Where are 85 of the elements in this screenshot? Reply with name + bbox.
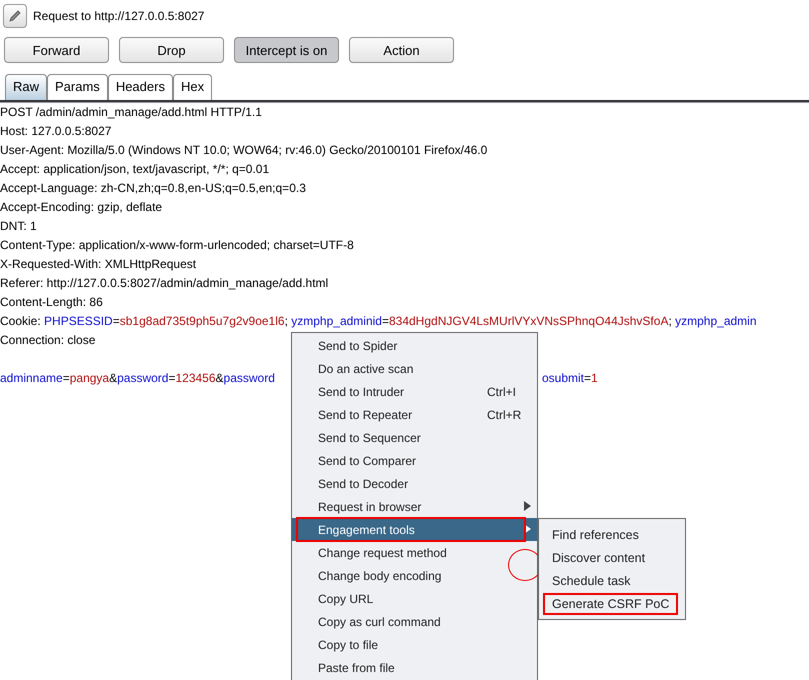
request-text: Accept-Encoding: gzip, deflate bbox=[0, 199, 162, 216]
tab[interactable]: Params bbox=[47, 74, 108, 100]
request-text: & bbox=[216, 370, 224, 387]
param-value: 834dHgdNJGV4LsMUrlVYxVNsSPhnqO44JshvSfoA bbox=[388, 313, 668, 330]
toolbar-button[interactable]: Drop bbox=[119, 37, 224, 63]
request-text: Host: 127.0.0.5:8027 bbox=[0, 123, 112, 140]
menu-item[interactable]: Send to Comparer bbox=[292, 449, 537, 472]
request-text: = bbox=[382, 313, 389, 330]
menu-label: Send to Sequencer bbox=[318, 430, 421, 444]
menu-item[interactable]: Send to Intruder Ctrl+I bbox=[292, 380, 537, 403]
menu-item[interactable]: Engagement tools bbox=[292, 518, 537, 541]
menu-label: Send to Repeater bbox=[318, 408, 412, 422]
menu-item[interactable]: Copy URL bbox=[292, 587, 537, 610]
toolbar-button[interactable]: Action bbox=[349, 37, 454, 63]
menu-item[interactable]: Find references bbox=[539, 523, 685, 546]
request-text: Referer: http://127.0.0.5:8027/admin/admin_manage/add.html bbox=[0, 275, 328, 292]
request-text: = bbox=[62, 370, 70, 387]
menu-item[interactable]: Send to Decoder bbox=[292, 472, 537, 495]
request-text: Content-Type: application/x-www-form-urlencoded; charset=UTF-8 bbox=[0, 237, 354, 254]
request-text: X-Requested-With: XMLHttpRequest bbox=[0, 256, 196, 273]
request-text: = bbox=[584, 370, 592, 387]
param-name: osubmit bbox=[542, 370, 584, 387]
menu-item[interactable]: Discover content bbox=[539, 546, 685, 569]
request-text: = bbox=[112, 313, 120, 330]
request-text: Content-Length: 86 bbox=[0, 294, 103, 311]
request-text: Accept: application/json, text/javascript, */*; q=0.01 bbox=[0, 161, 270, 178]
menu-item[interactable]: Paste from file bbox=[292, 656, 537, 679]
menu-item[interactable]: Send to Sequencer bbox=[292, 426, 537, 449]
menu-item[interactable]: Copy to file bbox=[292, 633, 537, 656]
shortcut-label: Ctrl+R bbox=[487, 408, 522, 422]
menu-label: Do an active scan bbox=[318, 362, 414, 376]
tab[interactable]: Raw bbox=[5, 74, 48, 100]
menu-label: Copy to file bbox=[318, 638, 378, 652]
param-value: 123456 bbox=[175, 370, 216, 387]
request-text: Connection: close bbox=[0, 332, 96, 349]
menu-label: Engagement tools bbox=[318, 522, 415, 536]
tab[interactable]: Headers bbox=[108, 74, 173, 100]
menu-label: Change request method bbox=[318, 546, 447, 560]
request-title: Request to http://127.0.0.5:8027 bbox=[33, 9, 204, 23]
menu-item[interactable]: Change request method bbox=[292, 541, 537, 564]
menu-label: Paste from file bbox=[318, 660, 395, 674]
menu-label: Copy URL bbox=[318, 592, 374, 606]
shortcut-label: Ctrl+I bbox=[487, 384, 516, 398]
request-text: POST /admin/admin_manage/add.html HTTP/1.1 bbox=[0, 104, 262, 121]
param-name: adminname bbox=[0, 370, 63, 387]
request-text: Accept-Language: zh-CN,zh;q=0.8,en-US;q=0.5,en;q=0.3 bbox=[0, 180, 306, 197]
param-value: 1 bbox=[591, 370, 598, 387]
request-text: ; bbox=[284, 313, 289, 330]
submenu-arrow-icon bbox=[523, 524, 531, 534]
toolbar-button[interactable]: Forward bbox=[4, 37, 109, 63]
menu-label: Send to Intruder bbox=[318, 384, 404, 398]
menu-label: Send to Decoder bbox=[318, 476, 408, 490]
request-text: DNT: 1 bbox=[0, 218, 37, 235]
menu-label: Request in browser bbox=[318, 500, 422, 514]
menu-item[interactable]: Do an active scan bbox=[292, 357, 537, 380]
request-text: User-Agent: Mozilla/5.0 (Windows NT 10.0; WOW64; rv:46.0) Gecko/20100101 Firefox/46.0 bbox=[0, 142, 488, 159]
param-name: yzmphp_admin bbox=[675, 313, 756, 330]
menu-label: Change body encoding bbox=[318, 568, 442, 582]
toolbar-button[interactable]: Intercept is on bbox=[234, 37, 339, 63]
tab[interactable]: Hex bbox=[172, 74, 212, 100]
param-value: sb1g8ad735t9ph5u7g2v9oe1l6 bbox=[120, 313, 285, 330]
request-text: & bbox=[109, 370, 118, 387]
request-text: ; bbox=[668, 313, 673, 330]
edit-button[interactable] bbox=[3, 4, 27, 28]
menu-item[interactable]: Copy as curl command bbox=[292, 610, 537, 633]
menu-item[interactable]: Send to Spider bbox=[292, 334, 537, 357]
request-text: Cookie: bbox=[0, 313, 42, 330]
menu-item[interactable]: Send to Repeater Ctrl+R bbox=[292, 403, 537, 426]
menu-item[interactable]: Change body encoding bbox=[292, 564, 537, 587]
request-text: = bbox=[168, 370, 176, 387]
menu-label: Discover content bbox=[551, 550, 646, 566]
menu-label: Send to Comparer bbox=[318, 454, 416, 468]
param-name: yzmphp_adminid bbox=[291, 313, 382, 330]
param-name: password bbox=[224, 370, 275, 387]
menu-label: Find references bbox=[551, 526, 640, 544]
submenu-arrow-icon bbox=[523, 501, 531, 511]
pencil-icon bbox=[7, 8, 23, 24]
menu-label: Schedule task bbox=[551, 572, 632, 590]
param-value: pangya bbox=[70, 370, 110, 387]
param-name: PHPSESSID bbox=[44, 313, 113, 330]
menu-label: Copy as curl command bbox=[318, 614, 441, 628]
menu-item[interactable]: Request in browser bbox=[292, 495, 537, 518]
menu-label: Send to Spider bbox=[318, 338, 398, 352]
param-name: password bbox=[117, 370, 168, 387]
menu-item[interactable]: Schedule task bbox=[539, 569, 685, 592]
